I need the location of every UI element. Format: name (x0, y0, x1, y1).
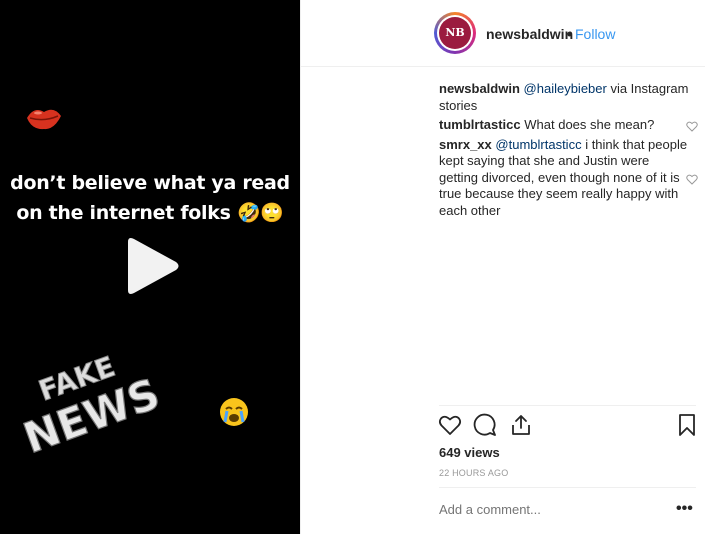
view-count[interactable]: 649 views (439, 445, 500, 460)
comments-list: newsbaldwin @haileybieber via Instagram … (439, 81, 689, 222)
crying-emoji-icon (220, 398, 248, 426)
comment-mention[interactable]: @tumblrtasticc (495, 137, 581, 152)
comment-divider (439, 487, 696, 488)
fake-news-sticker: FAKE NEWS (17, 349, 167, 460)
story-caption-line-2-text: on the internet folks (16, 202, 231, 224)
comment-text: What does she mean? (524, 117, 655, 132)
caption-emojis: 🤣🙄 (236, 202, 284, 224)
bookmark-icon[interactable] (675, 413, 699, 437)
avatar-logo: NB (439, 17, 471, 49)
list-item: smrx_xx @tumblrtasticc i think that peop… (439, 137, 689, 220)
play-icon[interactable] (124, 236, 180, 296)
video-post-media[interactable]: don’t believe what ya read on the intern… (0, 0, 300, 534)
comment-like-heart-icon[interactable] (686, 174, 698, 185)
caption-comment: newsbaldwin @haileybieber via Instagram … (439, 81, 689, 114)
header-separator: • (567, 26, 572, 42)
comment-mention[interactable]: @haileybieber (524, 81, 607, 96)
comment-username[interactable]: tumblrtasticc (439, 117, 521, 132)
follow-button[interactable]: Follow (575, 26, 615, 42)
story-caption-line-2: on the internet folks 🤣🙄 (0, 201, 300, 224)
avatar[interactable]: NB (434, 12, 476, 54)
more-options-icon[interactable]: ••• (676, 500, 693, 518)
avatar-frame: NB (437, 15, 473, 51)
like-heart-icon[interactable] (438, 413, 462, 437)
post-timestamp[interactable]: 22 HOURS AGO (439, 468, 508, 478)
add-comment-input[interactable] (439, 502, 659, 517)
share-icon[interactable] (509, 413, 533, 437)
header-username-link[interactable]: newsbaldwin (486, 26, 573, 42)
list-item: tumblrtasticc What does she mean? (439, 117, 689, 134)
comment-like-heart-icon[interactable] (686, 121, 698, 132)
story-caption-line-1: don’t believe what ya read (10, 172, 290, 194)
comment-username[interactable]: newsbaldwin (439, 81, 520, 96)
lips-sticker-icon (27, 109, 61, 130)
comment-username[interactable]: smrx_xx (439, 137, 492, 152)
actions-divider (439, 405, 696, 406)
post-header: NB newsbaldwin • Follow (301, 0, 705, 67)
post-sidebar: NB newsbaldwin • Follow newsbaldwin @hai… (301, 0, 705, 534)
comment-bubble-icon[interactable] (473, 413, 497, 437)
